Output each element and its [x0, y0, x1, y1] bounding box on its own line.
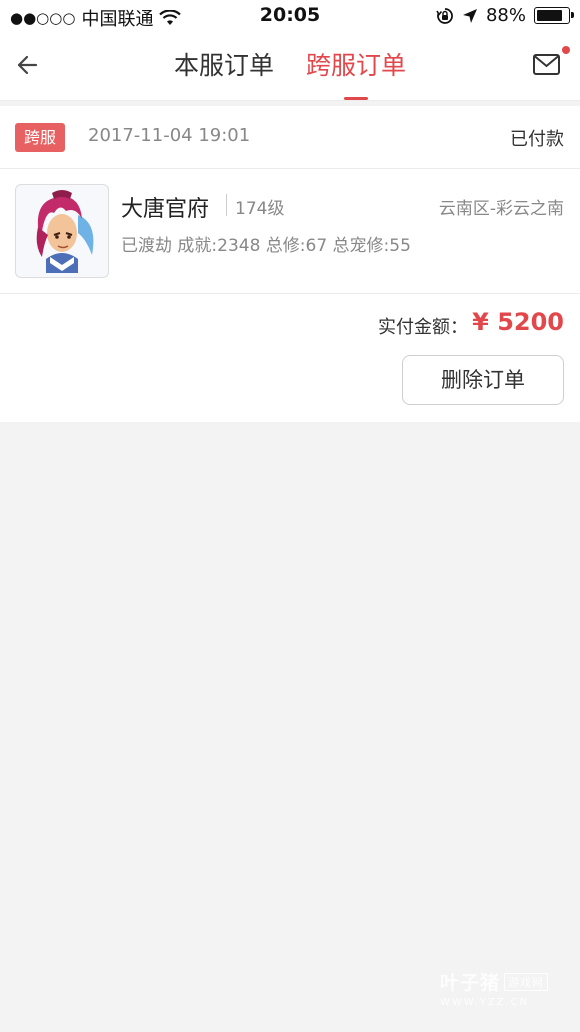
watermark-tag: 游戏网 — [504, 972, 549, 991]
amount-label: 实付金额： — [378, 317, 468, 338]
cross-server-badge: 跨服 — [15, 123, 66, 152]
location-arrow-icon — [462, 8, 477, 23]
order-card: 跨服 2017-11-04 19:01 已付款 大唐官府 174级 云南区-彩云… — [0, 106, 580, 422]
character-name: 大唐官府 — [121, 197, 210, 222]
watermark: 叶子猪 游戏网 WWW.YZZ.CN — [440, 968, 549, 1008]
watermark-brand: 叶子猪 — [440, 972, 501, 994]
battery-fill — [537, 10, 562, 21]
character-row[interactable]: 大唐官府 174级 云南区-彩云之南 已渡劫 成就:2348 总修:67 总宠修… — [0, 169, 580, 294]
tab-cross-server-orders[interactable]: 跨服订单 — [306, 46, 406, 100]
unread-dot — [562, 46, 570, 54]
character-server: 云南区-彩云之南 — [438, 199, 564, 219]
rotation-lock-icon — [436, 7, 453, 24]
watermark-brand-row: 叶子猪 游戏网 — [440, 968, 549, 995]
delete-order-button[interactable]: 删除订单 — [402, 355, 564, 405]
watermark-url: WWW.YZZ.CN — [440, 997, 530, 1008]
mail-icon[interactable] — [532, 50, 562, 78]
character-portrait-icon — [36, 190, 94, 273]
status-bar-right: 88% — [436, 5, 574, 26]
character-level: 174级 — [226, 194, 284, 219]
order-header: 跨服 2017-11-04 19:01 已付款 — [0, 106, 580, 169]
battery-percent: 88% — [485, 5, 526, 26]
order-status: 已付款 — [510, 129, 564, 150]
battery-icon — [534, 7, 574, 24]
character-avatar — [15, 184, 109, 278]
nav-bar: 本服订单 跨服订单 — [0, 32, 580, 101]
tab-local-server-orders[interactable]: 本服订单 — [174, 46, 274, 82]
amount-value: ¥ 5200 — [472, 308, 564, 336]
status-bar: ●●○○○ 中国联通 20:05 88% — [0, 0, 580, 32]
order-tabs: 本服订单 跨服订单 — [0, 46, 580, 100]
order-datetime: 2017-11-04 19:01 — [88, 125, 251, 146]
character-stats: 已渡劫 成就:2348 总修:67 总宠修:55 — [121, 236, 411, 256]
